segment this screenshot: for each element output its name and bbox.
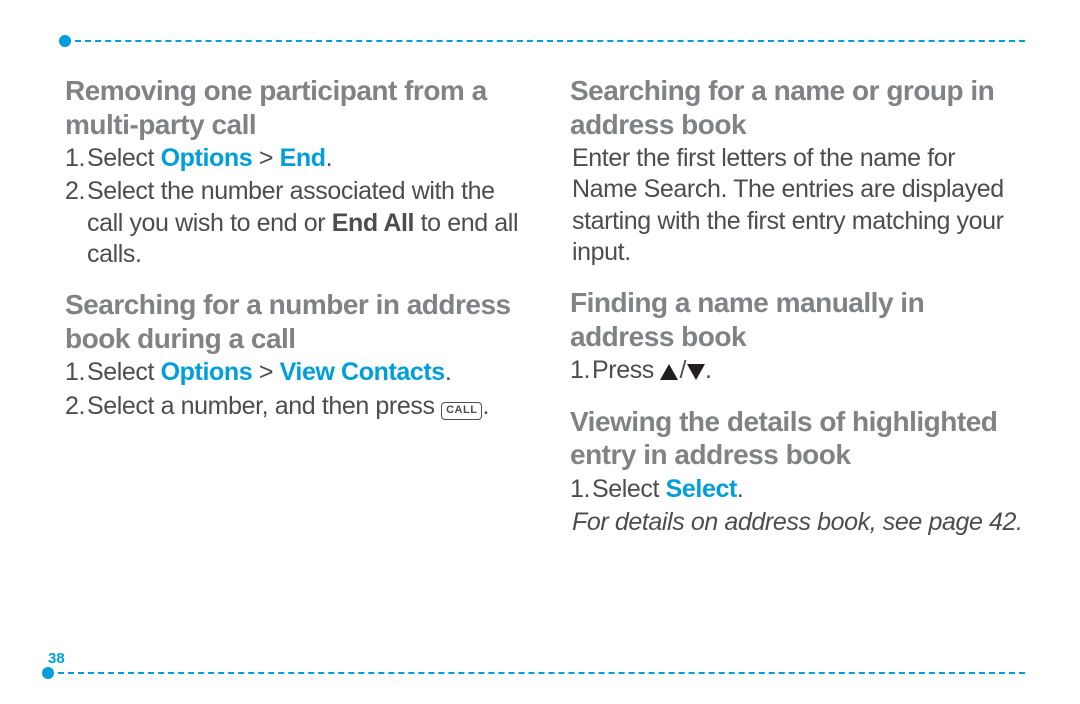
options-link: Options bbox=[161, 144, 253, 172]
step-text: Press bbox=[592, 356, 660, 384]
section-find-manually: Finding a name manually in address book … bbox=[570, 286, 1025, 386]
step-text: Select bbox=[592, 475, 666, 503]
list-item: Select Select. bbox=[592, 474, 1025, 505]
options-link: Options bbox=[161, 358, 253, 386]
list-item: Select the number associated with the ca… bbox=[87, 176, 520, 270]
step-text: . bbox=[445, 358, 452, 386]
left-column: Removing one participant from a multi-pa… bbox=[65, 74, 520, 556]
bottom-divider bbox=[48, 672, 1025, 674]
manual-page: Removing one participant from a multi-pa… bbox=[0, 0, 1080, 704]
breadcrumb-separator: > bbox=[252, 144, 279, 172]
list-item: Select a number, and then press CALL. bbox=[87, 391, 520, 422]
end-all-label: End All bbox=[332, 209, 414, 237]
step-text: Select a number, and then press bbox=[87, 392, 441, 420]
step-text: . bbox=[705, 356, 712, 384]
steps-remove-participant: Select Options > End. Select the number … bbox=[65, 143, 520, 270]
heading-view-details: Viewing the details of highlighted entry… bbox=[570, 405, 1025, 472]
list-item: Select Options > View Contacts. bbox=[87, 357, 520, 388]
steps-view-details: Select Select. bbox=[570, 474, 1025, 505]
section-search-name: Searching for a name or group in address… bbox=[570, 74, 1025, 268]
page-footer: 38 bbox=[48, 672, 1025, 674]
section-remove-participant: Removing one participant from a multi-pa… bbox=[65, 74, 520, 270]
top-divider bbox=[65, 40, 1025, 42]
section-view-details: Viewing the details of highlighted entry… bbox=[570, 405, 1025, 539]
end-link: End bbox=[280, 144, 326, 172]
call-button-icon: CALL bbox=[441, 402, 482, 420]
view-contacts-link: View Contacts bbox=[280, 358, 445, 386]
down-arrow-icon bbox=[687, 364, 705, 380]
select-link: Select bbox=[666, 475, 737, 503]
heading-find-manually: Finding a name manually in address book bbox=[570, 286, 1025, 353]
cross-reference-note: For details on address book, see page 42… bbox=[570, 507, 1025, 538]
heading-search-name: Searching for a name or group in address… bbox=[570, 74, 1025, 141]
section-search-number: Searching for a number in address book d… bbox=[65, 288, 520, 422]
step-text: Select bbox=[87, 144, 161, 172]
steps-find-manually: Press /. bbox=[570, 355, 1025, 386]
step-text: . bbox=[482, 392, 489, 420]
step-text: . bbox=[326, 144, 333, 172]
list-item: Press /. bbox=[592, 355, 1025, 386]
body-text: Enter the first letters of the name for … bbox=[570, 143, 1025, 268]
breadcrumb-separator: > bbox=[252, 358, 279, 386]
content-columns: Removing one participant from a multi-pa… bbox=[65, 74, 1025, 556]
step-text: . bbox=[737, 475, 744, 503]
heading-search-number: Searching for a number in address book d… bbox=[65, 288, 520, 355]
steps-search-number: Select Options > View Contacts. Select a… bbox=[65, 357, 520, 422]
heading-remove-participant: Removing one participant from a multi-pa… bbox=[65, 74, 520, 141]
page-number: 38 bbox=[48, 650, 73, 667]
list-item: Select Options > End. bbox=[87, 143, 520, 174]
slash-separator: / bbox=[678, 356, 687, 384]
up-arrow-icon bbox=[660, 364, 678, 380]
right-column: Searching for a name or group in address… bbox=[570, 74, 1025, 556]
step-text: Select bbox=[87, 358, 161, 386]
